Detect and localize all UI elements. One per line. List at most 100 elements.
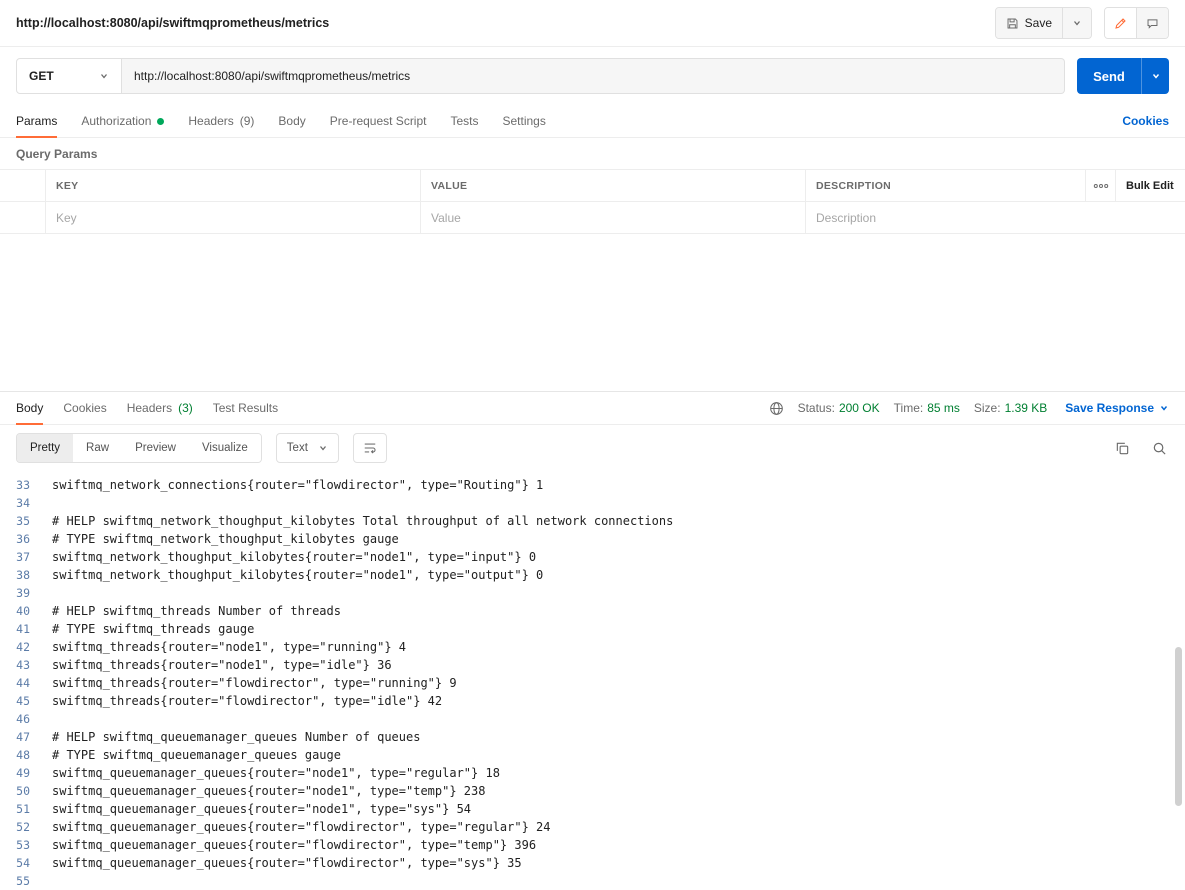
tab-label: Test Results [213, 401, 278, 415]
tab-label: Params [16, 114, 57, 128]
tab-settings[interactable]: Settings [503, 105, 546, 137]
code-line: 52swiftmq_queuemanager_queues{router="fl… [0, 818, 1185, 836]
code-line: 41 # TYPE swiftmq_threads gauge [0, 620, 1185, 638]
tab-params[interactable]: Params [16, 105, 57, 137]
tab-label: Body [278, 114, 305, 128]
param-key-cell [45, 202, 420, 233]
tab-label: Cookies [63, 401, 106, 415]
code-line: 39 [0, 584, 1185, 602]
save-response-label: Save Response [1065, 401, 1154, 415]
send-options-button[interactable] [1141, 58, 1169, 94]
line-number: 42 [0, 638, 40, 656]
chevron-down-icon [99, 71, 109, 81]
row-handle-cell [0, 202, 45, 233]
column-description-label: DESCRIPTION [816, 180, 891, 192]
save-button[interactable]: Save [996, 8, 1062, 38]
param-row [0, 202, 1185, 234]
response-status: Status: 200 OK [798, 401, 880, 415]
api-client-window: http://localhost:8080/api/swiftmqprometh… [0, 0, 1185, 890]
bulk-edit-button[interactable]: Bulk Edit [1115, 170, 1185, 201]
code-line: 37swiftmq_network_thoughput_kilobytes{ro… [0, 548, 1185, 566]
code-line: 47# HELP swiftmq_queuemanager_queues Num… [0, 728, 1185, 746]
tab-label: Headers [188, 114, 233, 128]
column-description: DESCRIPTION [805, 170, 1085, 201]
wrap-text-button[interactable] [353, 433, 387, 463]
method-select[interactable]: GET [16, 58, 122, 94]
response-toolbar-right [1113, 439, 1169, 458]
send-button[interactable]: Send [1077, 58, 1141, 94]
line-number: 34 [0, 494, 40, 512]
tab-pre-request-script[interactable]: Pre-request Script [330, 105, 427, 137]
search-icon [1152, 441, 1167, 456]
param-value-cell [420, 202, 805, 233]
param-description-input[interactable] [816, 211, 1175, 225]
format-select[interactable]: Text [276, 433, 339, 463]
line-number: 37 [0, 548, 40, 566]
tab-label: Settings [503, 114, 546, 128]
copy-icon [1115, 441, 1130, 456]
tab-response-headers[interactable]: Headers (3) [127, 392, 193, 424]
tab-tests[interactable]: Tests [450, 105, 478, 137]
line-text: swiftmq_network_connections{router="flow… [52, 476, 543, 494]
time-label: Time: [894, 401, 924, 415]
tab-authorization[interactable]: Authorization [81, 105, 164, 137]
line-number: 41 [0, 620, 40, 638]
code-line: 44swiftmq_threads{router="flowdirector",… [0, 674, 1185, 692]
code-line: 55 [0, 872, 1185, 890]
response-meta: Status: 200 OK Time: 85 ms Size: 1.39 KB… [769, 401, 1169, 416]
line-text: swiftmq_threads{router="flowdirector", t… [52, 692, 442, 710]
tab-response-cookies[interactable]: Cookies [63, 392, 106, 424]
request-title: http://localhost:8080/api/swiftmqprometh… [16, 16, 329, 30]
code-line: 54swiftmq_queuemanager_queues{router="fl… [0, 854, 1185, 872]
line-number: 36 [0, 530, 40, 548]
headers-count: (9) [240, 114, 255, 128]
query-params-title: Query Params [16, 147, 97, 161]
line-number: 46 [0, 710, 40, 728]
tab-body[interactable]: Body [278, 105, 305, 137]
request-tabs: Params Authorization Headers (9) Body Pr… [0, 105, 1185, 138]
view-raw-button[interactable]: Raw [73, 434, 122, 462]
response-body-viewer[interactable]: 33swiftmq_network_connections{router="fl… [0, 471, 1185, 890]
view-preview-button[interactable]: Preview [122, 434, 189, 462]
url-input[interactable] [122, 58, 1065, 94]
code-line: 33swiftmq_network_connections{router="fl… [0, 476, 1185, 494]
line-number: 49 [0, 764, 40, 782]
save-response-button[interactable]: Save Response [1065, 401, 1169, 415]
topbar-actions: Save [995, 7, 1169, 39]
line-text: swiftmq_queuemanager_queues{router="node… [52, 764, 500, 782]
line-text: # TYPE swiftmq_threads gauge [52, 620, 254, 638]
line-text: swiftmq_threads{router="node1", type="id… [52, 656, 392, 674]
line-number: 38 [0, 566, 40, 584]
view-pretty-button[interactable]: Pretty [17, 434, 73, 462]
edit-button[interactable] [1105, 8, 1136, 38]
comment-button[interactable] [1136, 8, 1168, 38]
code-line: 43swiftmq_threads{router="node1", type="… [0, 656, 1185, 674]
wrap-text-icon [363, 441, 377, 455]
more-options-button[interactable] [1085, 170, 1115, 201]
request-body-empty-area [0, 234, 1185, 391]
response-tabs: Body Cookies Headers (3) Test Results St… [0, 392, 1185, 425]
tab-test-results[interactable]: Test Results [213, 392, 278, 424]
cookies-link[interactable]: Cookies [1122, 114, 1169, 128]
save-button-group: Save [995, 7, 1092, 39]
view-visualize-button[interactable]: Visualize [189, 434, 261, 462]
search-button[interactable] [1150, 439, 1169, 458]
tab-label: Authorization [81, 114, 151, 128]
column-value: VALUE [420, 170, 805, 201]
tab-response-body[interactable]: Body [16, 392, 43, 424]
line-text: # HELP swiftmq_queuemanager_queues Numbe… [52, 728, 420, 746]
tab-headers[interactable]: Headers (9) [188, 105, 254, 137]
chevron-down-icon [1151, 71, 1161, 81]
size-value: 1.39 KB [1005, 401, 1048, 415]
line-text: swiftmq_network_thoughput_kilobytes{rout… [52, 566, 543, 584]
time-value: 85 ms [927, 401, 960, 415]
tab-label: Tests [450, 114, 478, 128]
vertical-scrollbar[interactable] [1175, 647, 1182, 806]
column-value-label: VALUE [431, 180, 467, 192]
globe-icon[interactable] [769, 401, 784, 416]
save-options-button[interactable] [1062, 8, 1091, 38]
copy-button[interactable] [1113, 439, 1132, 458]
response-headers-count: (3) [178, 401, 193, 415]
param-value-input[interactable] [431, 211, 795, 225]
param-key-input[interactable] [56, 211, 410, 225]
